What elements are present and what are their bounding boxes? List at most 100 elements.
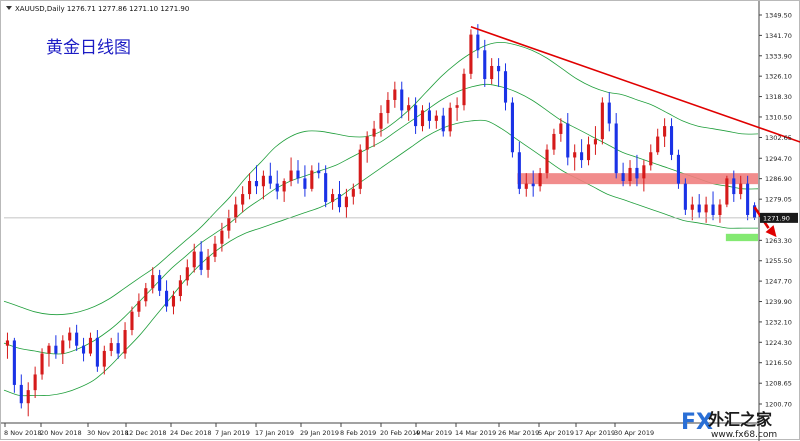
candle [282, 181, 286, 192]
candle [47, 345, 51, 354]
candle [109, 343, 113, 351]
y-tick-label: 1232.10 [765, 318, 792, 326]
candle [151, 275, 155, 289]
y-tick-label: 1255.50 [765, 257, 792, 265]
candle [358, 149, 362, 189]
bollinger-lower-line [3, 119, 758, 397]
candle [711, 204, 715, 215]
candle [296, 170, 300, 179]
candle [407, 105, 411, 111]
descending-trendline [470, 26, 800, 143]
candle [683, 183, 687, 210]
candle [462, 73, 466, 106]
candle [185, 267, 189, 281]
candle [158, 275, 162, 291]
candle [573, 152, 577, 158]
candle [732, 178, 736, 195]
candle [102, 350, 106, 367]
candle [690, 204, 694, 210]
candles [5, 24, 757, 417]
candle [635, 167, 639, 179]
zones [517, 173, 758, 242]
current-price-label: 1271.90 [763, 214, 790, 222]
candle [517, 152, 521, 189]
candle [241, 194, 245, 205]
candle [289, 170, 293, 182]
y-tick-label: 1263.30 [765, 237, 792, 245]
candle [697, 204, 701, 213]
watermark-brand: 外汇之家 [707, 410, 773, 429]
candle [130, 311, 134, 331]
candle [538, 173, 542, 187]
candle [746, 183, 750, 215]
x-tick-label: 8 Feb 2019 [340, 429, 376, 437]
candle [61, 340, 65, 354]
candle [427, 110, 431, 121]
candle [725, 178, 729, 205]
candle [441, 115, 445, 132]
candle [490, 65, 494, 80]
candle [165, 290, 169, 307]
x-tick-label: 30 Apr 2019 [614, 429, 654, 437]
candle [337, 194, 342, 208]
candle [81, 345, 86, 354]
candle [718, 204, 722, 215]
candle [628, 167, 632, 182]
candle [379, 113, 383, 129]
candle [600, 102, 604, 140]
candle [144, 288, 148, 302]
candle [545, 149, 549, 174]
y-tick-label: 1294.70 [765, 155, 792, 163]
candle [33, 374, 37, 391]
candle [400, 89, 404, 111]
candle [663, 126, 667, 137]
candle [559, 123, 563, 134]
candle [254, 181, 259, 187]
candle [206, 256, 210, 270]
candle [234, 204, 238, 218]
x-tick-label: 17 Jan 2019 [255, 429, 294, 437]
candle [704, 204, 708, 213]
bollinger-bands [3, 41, 759, 397]
candle [178, 280, 182, 297]
candle [268, 175, 272, 184]
candle [669, 126, 674, 155]
price-chart[interactable]: 1271.90 1349.50 1341.70 1333.90 1326.10 1318.… [1, 1, 800, 441]
candle [586, 144, 591, 161]
y-tick-label: 1318.30 [765, 93, 792, 101]
candle [123, 330, 127, 354]
candle [531, 183, 535, 187]
candle [510, 102, 514, 153]
chevron-down-icon[interactable] [6, 6, 12, 10]
y-tick-label: 1310.50 [765, 113, 792, 121]
y-tick-label: 1239.90 [765, 298, 792, 306]
candle [12, 340, 16, 385]
candle [469, 34, 473, 74]
chart-window: 1271.90 1349.50 1341.70 1333.90 1326.10 1318.… [0, 0, 800, 441]
x-tick-label: 24 Dec 2018 [170, 429, 212, 437]
candle [566, 123, 570, 158]
x-tick-label: 30 Nov 2018 [87, 429, 129, 437]
candle [275, 183, 279, 192]
x-tick-label: 14 Mar 2019 [455, 429, 496, 437]
watermark: FX 外汇之家 www.fx68.com [681, 410, 777, 440]
candle [54, 345, 58, 354]
candle [483, 50, 487, 80]
chart-annotation: 黄金日线图 [46, 38, 131, 58]
candle [448, 107, 452, 132]
candle [580, 152, 584, 161]
candle [95, 337, 99, 367]
trendline-layer [4, 26, 800, 238]
candle [497, 65, 501, 72]
x-tick-label: 12 Dec 2018 [125, 429, 167, 437]
y-tick-label: 1216.50 [765, 359, 792, 367]
candle [372, 128, 376, 137]
candle [607, 102, 611, 124]
candle [503, 71, 508, 103]
y-tick-label: 1341.70 [765, 32, 792, 40]
watermark-url: www.fx68.com [711, 430, 777, 440]
candle [414, 105, 418, 127]
candle [365, 136, 369, 150]
x-tick-label: 17 Apr 2019 [575, 429, 615, 437]
candle [199, 251, 203, 270]
